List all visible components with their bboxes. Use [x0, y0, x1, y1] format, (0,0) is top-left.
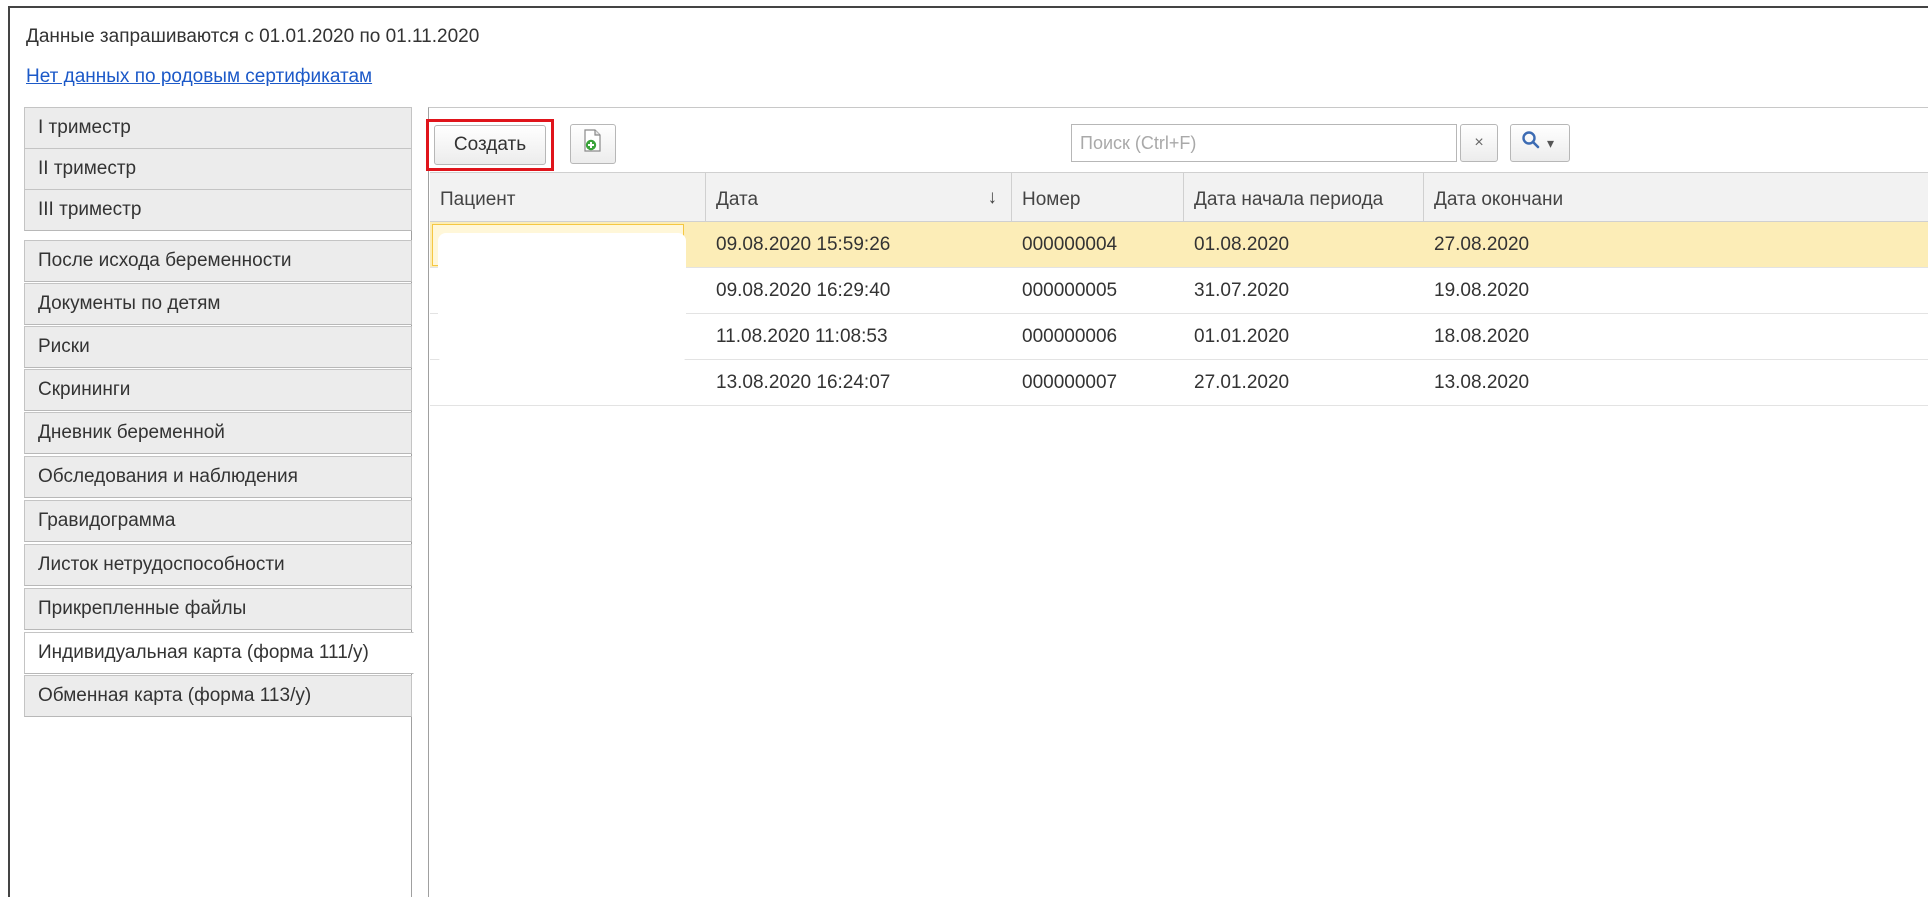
search-input[interactable] [1071, 124, 1457, 162]
cell-start-date[interactable]: 01.01.2020 [1184, 314, 1424, 359]
column-header-patient[interactable]: Пациент [430, 173, 706, 221]
sort-descending-icon: ↓ [987, 187, 998, 208]
tab-trimester-2[interactable]: II триместр [24, 148, 412, 190]
tab-pregnancy-diary[interactable]: Дневник беременной [24, 412, 412, 454]
cell-date[interactable]: 09.08.2020 15:59:26 [706, 222, 1012, 267]
clear-search-button[interactable]: × [1460, 124, 1498, 162]
table-row[interactable]: 13.08.2020 16:24:07 000000007 27.01.2020… [430, 360, 1928, 406]
column-header-number[interactable]: Номер [1012, 173, 1184, 221]
column-header-end-date[interactable]: Дата окончани [1424, 173, 1928, 221]
cell-end-date[interactable]: 19.08.2020 [1424, 268, 1624, 313]
tab-attached-files[interactable]: Прикрепленные файлы [24, 588, 412, 630]
birth-certificate-link[interactable]: Нет данных по родовым сертификатам [26, 66, 372, 88]
cell-number[interactable]: 000000007 [1012, 360, 1184, 405]
cell-start-date[interactable]: 31.07.2020 [1184, 268, 1424, 313]
cell-date[interactable]: 09.08.2020 16:29:40 [706, 268, 1012, 313]
create-button[interactable]: Создать [434, 125, 546, 165]
redacted-patient-names [438, 233, 686, 363]
tab-trimester-3[interactable]: III триместр [24, 189, 412, 231]
column-header-date[interactable]: Дата ↓ [706, 173, 1012, 221]
column-header-date-label: Дата [716, 189, 759, 210]
tab-risks[interactable]: Риски [24, 326, 412, 368]
table-header: Пациент Дата ↓ Номер Дата начала периода… [430, 172, 1928, 222]
tab-individual-card[interactable]: Индивидуальная карта (форма 111/у) [24, 632, 414, 674]
tab-gravidogram[interactable]: Гравидограмма [24, 500, 412, 542]
tab-screenings[interactable]: Скрининги [24, 369, 412, 411]
vertical-tab-list: I триместр II триместр III триместр Посл… [24, 107, 414, 897]
add-document-icon [582, 129, 604, 159]
cell-end-date[interactable]: 18.08.2020 [1424, 314, 1624, 359]
cell-end-date[interactable]: 27.08.2020 [1424, 222, 1624, 267]
column-header-start-date[interactable]: Дата начала периода [1184, 173, 1424, 221]
cell-date[interactable]: 11.08.2020 11:08:53 [706, 314, 1012, 359]
add-copy-button[interactable] [570, 124, 616, 164]
cell-end-date[interactable]: 13.08.2020 [1424, 360, 1624, 405]
tab-child-documents[interactable]: Документы по детям [24, 283, 412, 325]
cell-start-date[interactable]: 27.01.2020 [1184, 360, 1424, 405]
cell-number[interactable]: 000000005 [1012, 268, 1184, 313]
tab-after-pregnancy[interactable]: После исхода беременности [24, 240, 412, 282]
cell-start-date[interactable]: 01.08.2020 [1184, 222, 1424, 267]
cell-number[interactable]: 000000006 [1012, 314, 1184, 359]
tab-trimester-1[interactable]: I триместр [24, 107, 412, 149]
cell-number[interactable]: 000000004 [1012, 222, 1184, 267]
tab-exchange-card[interactable]: Обменная карта (форма 113/у) [24, 675, 412, 717]
chevron-down-icon: ▾ [1547, 134, 1555, 151]
cell-date[interactable]: 13.08.2020 16:24:07 [706, 360, 1012, 405]
tab-examinations[interactable]: Обследования и наблюдения [24, 456, 412, 498]
magnifier-icon [1521, 130, 1541, 156]
date-range-info: Данные запрашиваются с 01.01.2020 по 01.… [26, 26, 480, 47]
tab-sick-leave[interactable]: Листок нетрудоспособности [24, 544, 412, 586]
search-button[interactable]: ▾ [1510, 124, 1570, 162]
cell-patient[interactable] [430, 360, 706, 405]
